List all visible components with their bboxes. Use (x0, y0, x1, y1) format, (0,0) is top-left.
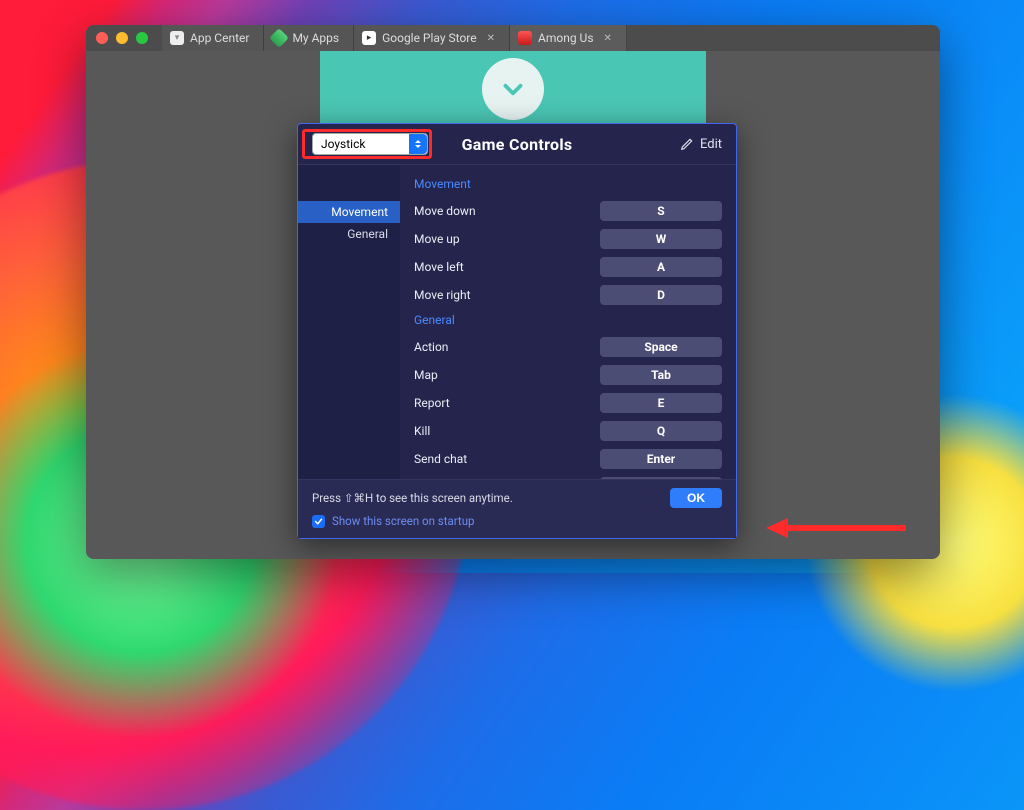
controls-list: Movement Move downS Move upW Move leftA … (400, 165, 736, 479)
keycap[interactable]: D (600, 285, 722, 305)
keycap[interactable]: Tab (600, 365, 722, 385)
window-minimize-button[interactable] (116, 32, 128, 44)
game-background (320, 51, 706, 127)
startup-checkbox[interactable]: Show this screen on startup (312, 514, 722, 528)
sidebar-item-general[interactable]: General (298, 223, 400, 245)
tab-my-apps[interactable]: My Apps (264, 25, 354, 51)
control-label: Action (414, 340, 448, 354)
control-row: Map Tab (414, 361, 722, 389)
control-label: Move up (414, 232, 460, 246)
checkbox-checked-icon (312, 515, 325, 528)
game-controls-dialog: Joystick Game Controls Edit Movement Gen… (297, 123, 737, 539)
control-label: Move down (414, 204, 476, 218)
control-label: Map (414, 368, 438, 382)
play-store-icon: ▸ (362, 31, 376, 45)
tab-close-icon[interactable]: ✕ (604, 33, 612, 44)
keycap[interactable]: Q (600, 421, 722, 441)
control-row: Move left A (414, 253, 722, 281)
control-label: Kill (414, 424, 430, 438)
control-row: Send chat Enter (414, 445, 722, 473)
tab-label: App Center (190, 31, 249, 45)
dialog-header: Joystick Game Controls Edit (298, 124, 736, 164)
dropdown-caret-icon (409, 134, 427, 154)
startup-label: Show this screen on startup (332, 514, 475, 528)
keycap[interactable]: A (600, 257, 722, 277)
among-us-icon (518, 31, 532, 45)
control-label: Send chat (414, 452, 467, 466)
chevron-down-icon (482, 58, 544, 120)
sidebar: Movement General (298, 165, 400, 479)
window-close-button[interactable] (96, 32, 108, 44)
edit-button[interactable]: Edit (680, 137, 722, 152)
tab-label: My Apps (292, 31, 339, 45)
control-row: Action Space (414, 333, 722, 361)
app-center-icon: ▾ (170, 31, 184, 45)
section-head-movement: Movement (414, 173, 722, 197)
scheme-dropdown[interactable]: Joystick (312, 133, 428, 155)
keycap[interactable]: Enter (600, 449, 722, 469)
window-zoom-button[interactable] (136, 32, 148, 44)
control-row: Move right D (414, 281, 722, 309)
keycap[interactable]: Space (600, 337, 722, 357)
footer-hint: Press ⇧⌘H to see this screen anytime. (312, 491, 513, 505)
tab-among-us[interactable]: Among Us ✕ (510, 25, 627, 51)
dialog-footer: Press ⇧⌘H to see this screen anytime. OK… (298, 479, 736, 538)
emulator-window: ▾ App Center My Apps ▸ Google Play Store… (86, 25, 940, 559)
control-row: Move down S (414, 197, 722, 225)
titlebar: ▾ App Center My Apps ▸ Google Play Store… (86, 25, 940, 51)
keycap[interactable]: E (600, 393, 722, 413)
control-row: Move up W (414, 225, 722, 253)
control-label: Move left (414, 260, 464, 274)
app-viewport: Joystick Game Controls Edit Movement Gen… (86, 51, 940, 559)
keycap[interactable]: S (600, 201, 722, 221)
control-label: Report (414, 396, 450, 410)
control-row: Report E (414, 389, 722, 417)
tab-strip: ▾ App Center My Apps ▸ Google Play Store… (162, 25, 627, 51)
edit-label: Edit (700, 137, 722, 152)
tab-label: Google Play Store (382, 31, 477, 45)
ok-button[interactable]: OK (670, 488, 722, 508)
tab-play-store[interactable]: ▸ Google Play Store ✕ (354, 25, 510, 51)
pencil-icon (680, 137, 694, 151)
my-apps-icon (270, 28, 290, 48)
tab-close-icon[interactable]: ✕ (487, 33, 495, 44)
tab-label: Among Us (538, 31, 594, 45)
tab-app-center[interactable]: ▾ App Center (162, 25, 264, 51)
dropdown-value: Joystick (321, 137, 365, 151)
control-row: Kill Q (414, 417, 722, 445)
section-head-general: General (414, 309, 722, 333)
annotation-arrow (766, 513, 906, 543)
keycap[interactable]: W (600, 229, 722, 249)
control-label: Move right (414, 288, 471, 302)
sidebar-item-movement[interactable]: Movement (298, 201, 400, 223)
